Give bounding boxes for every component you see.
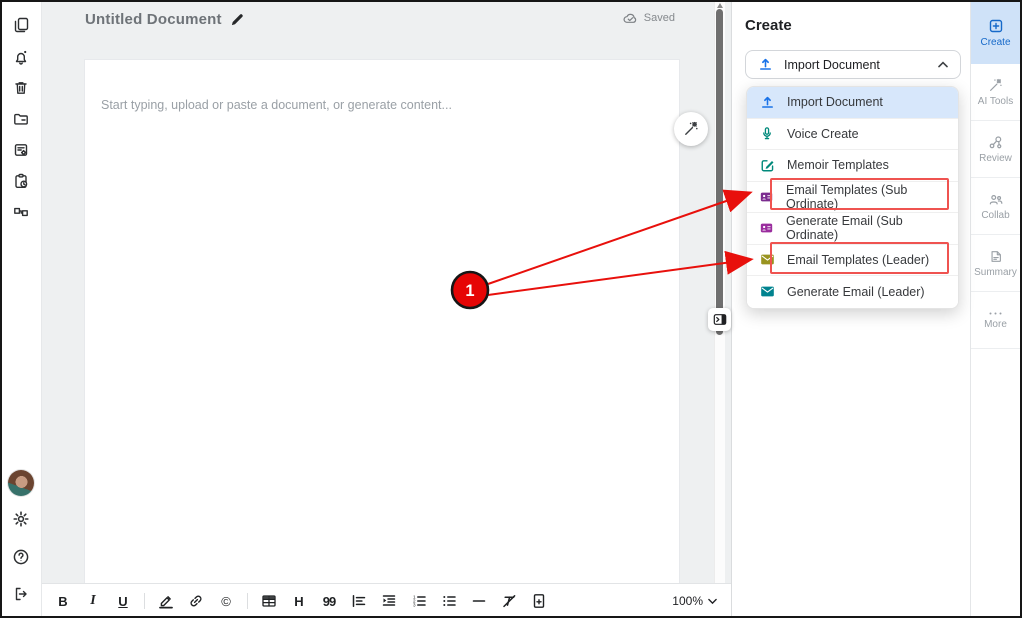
review-nodes-icon bbox=[988, 135, 1003, 150]
panel-title: Create bbox=[745, 17, 792, 34]
add-square-icon bbox=[988, 18, 1004, 34]
document-gear-icon[interactable] bbox=[13, 142, 29, 158]
svg-text:3: 3 bbox=[413, 603, 416, 608]
magic-wand-icon bbox=[988, 78, 1003, 93]
link-button[interactable] bbox=[184, 589, 208, 613]
main-editor-area: Untitled Document Saved Start typing, up… bbox=[42, 0, 731, 618]
tab-create[interactable]: Create bbox=[971, 2, 1020, 64]
summary-doc-icon bbox=[989, 249, 1003, 264]
cloud-saved-icon bbox=[623, 12, 638, 24]
format-toolbar: B I U © H 99 123 bbox=[42, 583, 731, 618]
select-value: Import Document bbox=[784, 58, 927, 72]
edit-title-pencil-icon[interactable] bbox=[230, 12, 245, 27]
upload-icon bbox=[759, 95, 775, 110]
toggle-side-panel-button[interactable] bbox=[708, 308, 731, 331]
editor-placeholder: Start typing, upload or paste a document… bbox=[101, 98, 452, 112]
compose-icon bbox=[759, 158, 775, 173]
save-status: Saved bbox=[623, 12, 675, 24]
tab-more[interactable]: More bbox=[971, 292, 1020, 349]
menu-item-voice-create[interactable]: Voice Create bbox=[747, 119, 958, 151]
help-icon[interactable] bbox=[12, 549, 29, 566]
highlight-button[interactable] bbox=[154, 589, 178, 613]
bold-button[interactable]: B bbox=[51, 589, 75, 613]
zoom-level: 100% bbox=[672, 594, 703, 608]
scrollbar-up-arrow-icon[interactable] bbox=[717, 3, 723, 8]
contact-card-icon bbox=[759, 221, 774, 235]
notifications-icon[interactable] bbox=[13, 49, 29, 65]
microphone-icon bbox=[759, 126, 775, 141]
insert-page-button[interactable] bbox=[527, 589, 551, 613]
menu-item-import-document[interactable]: Import Document bbox=[747, 87, 958, 119]
clear-formatting-button[interactable] bbox=[497, 589, 521, 613]
bullet-list-button[interactable] bbox=[437, 589, 461, 613]
horizontal-rule-button[interactable] bbox=[467, 589, 491, 613]
menu-item-email-templates-subordinate[interactable]: Email Templates (Sub Ordinate) bbox=[747, 182, 958, 214]
toolbar-divider bbox=[144, 593, 145, 609]
contact-card-icon bbox=[759, 190, 774, 204]
menu-item-generate-email-subordinate[interactable]: Generate Email (Sub Ordinate) bbox=[747, 213, 958, 245]
menu-item-memoir-templates[interactable]: Memoir Templates bbox=[747, 150, 958, 182]
tab-collab[interactable]: Collab bbox=[971, 178, 1020, 235]
envelope-icon bbox=[759, 253, 775, 266]
blockquote-button[interactable]: 99 bbox=[317, 589, 341, 613]
italic-button[interactable]: I bbox=[81, 589, 105, 613]
insert-table-button[interactable] bbox=[257, 589, 281, 613]
menu-item-generate-email-leader[interactable]: Generate Email (Leader) bbox=[747, 276, 958, 308]
align-left-button[interactable] bbox=[347, 589, 371, 613]
magic-wand-button[interactable] bbox=[674, 112, 708, 146]
trash-icon[interactable] bbox=[13, 80, 29, 96]
settings-gear-icon[interactable] bbox=[12, 511, 29, 528]
tab-ai-tools[interactable]: AI Tools bbox=[971, 64, 1020, 121]
tab-summary[interactable]: Summary bbox=[971, 235, 1020, 292]
right-sidebar: Create AI Tools Review Collab Summary bbox=[970, 2, 1020, 616]
folder-icon[interactable] bbox=[13, 111, 29, 127]
create-type-select[interactable]: Import Document bbox=[745, 50, 961, 79]
toolbar-divider bbox=[247, 593, 248, 609]
page-title: Untitled Document bbox=[85, 11, 222, 28]
zoom-control[interactable]: 100% bbox=[672, 594, 717, 608]
indent-button[interactable] bbox=[377, 589, 401, 613]
ellipsis-icon bbox=[988, 311, 1003, 316]
underline-button[interactable]: U bbox=[111, 589, 135, 613]
copy-icon[interactable] bbox=[13, 17, 29, 33]
people-icon bbox=[988, 192, 1004, 207]
heading-button[interactable]: H bbox=[287, 589, 311, 613]
copyright-button[interactable]: © bbox=[214, 589, 238, 613]
avatar[interactable] bbox=[8, 470, 34, 496]
create-panel: Create Import Document Import Document V… bbox=[731, 0, 970, 618]
scrollbar-thumb[interactable] bbox=[716, 9, 723, 335]
menu-item-email-templates-leader[interactable]: Email Templates (Leader) bbox=[747, 245, 958, 277]
chevron-up-icon bbox=[938, 61, 948, 68]
clipboard-clock-icon[interactable] bbox=[13, 173, 29, 189]
workflow-icon[interactable] bbox=[13, 204, 29, 220]
envelope-icon bbox=[759, 285, 775, 298]
numbered-list-button[interactable]: 123 bbox=[407, 589, 431, 613]
left-sidebar bbox=[0, 0, 42, 618]
document-canvas[interactable]: Start typing, upload or paste a document… bbox=[85, 60, 679, 583]
upload-icon bbox=[757, 57, 773, 72]
create-dropdown-menu: Import Document Voice Create Memoir Temp… bbox=[746, 86, 959, 309]
chevron-down-icon bbox=[708, 598, 717, 605]
app-window: Untitled Document Saved Start typing, up… bbox=[0, 0, 1022, 618]
logout-icon[interactable] bbox=[13, 586, 29, 602]
tab-review[interactable]: Review bbox=[971, 121, 1020, 178]
